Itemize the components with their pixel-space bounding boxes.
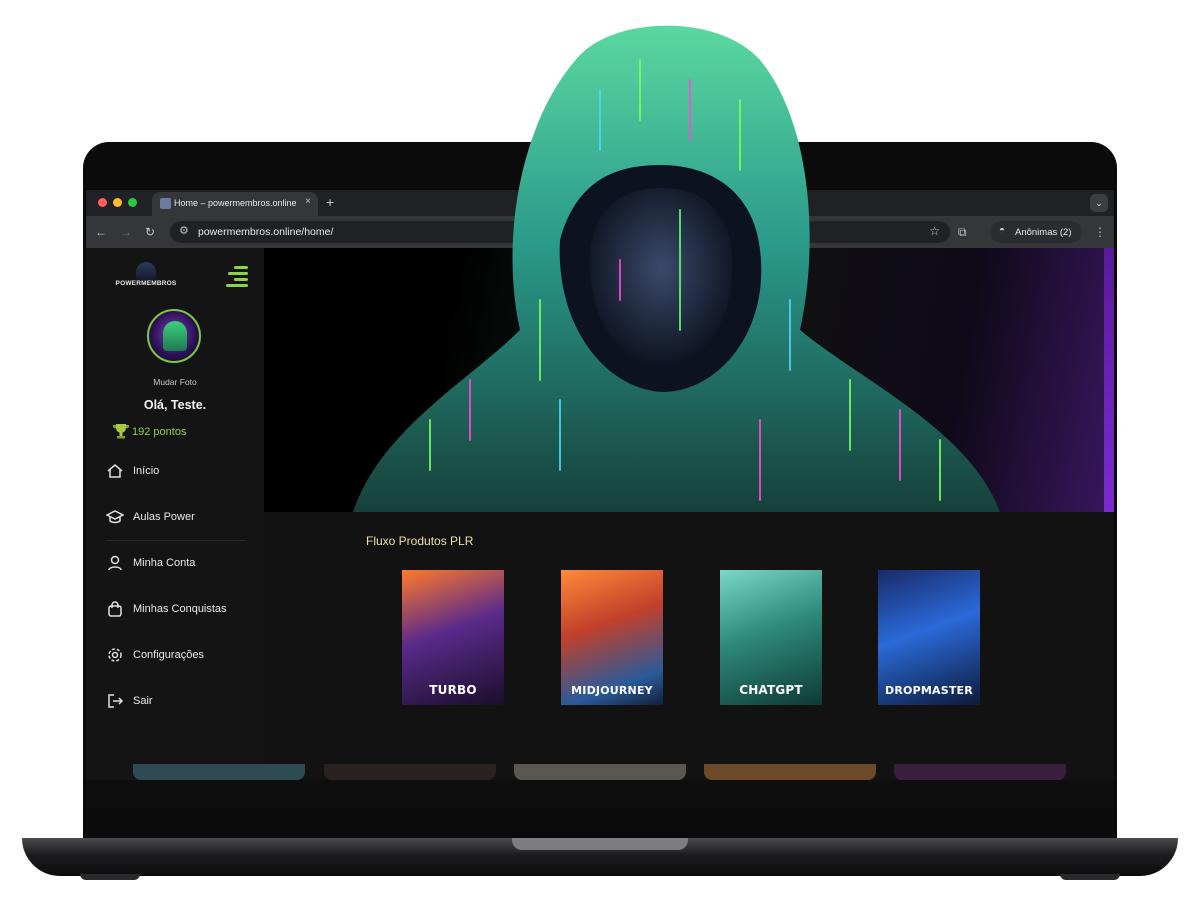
laptop-foot-right	[1060, 874, 1120, 880]
sidebar-item-label: Minhas Conquistas	[133, 603, 227, 615]
home-icon	[107, 464, 123, 478]
favicon-icon	[160, 198, 171, 209]
sidebar-item-label: Sair	[133, 695, 153, 707]
tab-close-icon[interactable]: ×	[305, 196, 311, 207]
product-card-midjourney[interactable]: MIDJOURNEY	[561, 570, 663, 705]
avatar[interactable]	[147, 309, 201, 363]
product-label: TURBO	[429, 683, 477, 697]
shopping-bag-icon	[108, 601, 122, 617]
peek-card	[514, 764, 686, 780]
hero-banner	[264, 248, 1114, 512]
extensions-icon[interactable]: ⧉	[958, 224, 967, 240]
sidebar-item-configuracoes[interactable]: Configurações	[106, 645, 256, 667]
user-icon	[108, 555, 122, 571]
graduation-cap-icon	[106, 510, 124, 524]
incognito-icon: ◓	[999, 225, 1006, 236]
new-tab-button[interactable]: +	[326, 194, 334, 210]
menu-toggle-icon[interactable]	[224, 264, 248, 288]
url-text[interactable]: powermembros.online/home/	[198, 226, 333, 238]
sidebar-item-label: Início	[133, 465, 160, 477]
reload-icon[interactable]: ↻	[145, 224, 155, 240]
sidebar-item-minhas-conquistas[interactable]: Minhas Conquistas	[106, 599, 256, 621]
browser-toolbar: ← → ↻ ⚙ powermembros.online/home/ ☆ ⧉ ◓ …	[86, 216, 1114, 248]
sidebar-item-aulas-power[interactable]: Aulas Power	[106, 507, 256, 529]
avatar-figure-icon	[163, 321, 187, 351]
screen-bottom-bezel	[86, 780, 1114, 808]
sidebar-divider	[106, 540, 246, 541]
trophy-icon	[113, 424, 129, 439]
product-card-chatgpt[interactable]: CHATGPT	[720, 570, 822, 705]
site-logo[interactable]: POWERMEMBROS	[114, 262, 178, 292]
product-label: DROPMASTER	[885, 684, 973, 697]
tab-title: Home – powermembros.online	[174, 198, 296, 208]
sidebar-item-minha-conta[interactable]: Minha Conta	[106, 553, 256, 575]
window-maximize-button[interactable]	[128, 198, 137, 207]
sidebar-item-label: Minha Conta	[133, 557, 196, 569]
peek-card	[704, 764, 876, 780]
sidebar-item-sair[interactable]: Sair	[106, 691, 256, 713]
section-title: Fluxo Produtos PLR	[366, 534, 474, 548]
change-photo-link[interactable]: Mudar Foto	[86, 377, 264, 387]
user-greeting: Olá, Teste.	[143, 398, 207, 412]
sidebar-item-label: Aulas Power	[133, 511, 195, 523]
laptop-screen: Home – powermembros.online × + ⌄ ← → ↻ ⚙…	[86, 190, 1114, 808]
browser-tab-bar: Home – powermembros.online × + ⌄	[86, 190, 1114, 216]
logout-icon	[108, 694, 124, 708]
window-close-button[interactable]	[98, 198, 107, 207]
incognito-label: Anônimas (2)	[1015, 227, 1072, 238]
laptop-notch	[512, 838, 688, 850]
gear-icon	[108, 648, 122, 662]
peek-card	[324, 764, 496, 780]
window-minimize-button[interactable]	[113, 198, 122, 207]
sidebar-item-label: Configurações	[133, 649, 204, 661]
address-bar[interactable]: ⚙ powermembros.online/home/ ☆	[170, 221, 950, 243]
product-label: CHATGPT	[739, 683, 803, 697]
incognito-indicator[interactable]: ◓ Anônimas (2)	[990, 221, 1082, 243]
logo-text: POWERMEMBROS	[115, 280, 177, 287]
peek-card	[894, 764, 1066, 780]
product-card-dropmaster[interactable]: DROPMASTER	[878, 570, 980, 705]
product-card-turbo[interactable]: TURBO	[402, 570, 504, 705]
hero-accent-edge	[1104, 248, 1114, 512]
product-label: MIDJOURNEY	[571, 684, 653, 697]
forward-icon[interactable]: →	[120, 224, 132, 240]
tab-search-button[interactable]: ⌄	[1090, 194, 1108, 212]
sidebar: POWERMEMBROS Mudar Foto Olá, Teste. 192 …	[86, 248, 264, 808]
bookmark-star-icon[interactable]: ☆	[929, 224, 940, 238]
back-icon[interactable]: ←	[95, 224, 107, 240]
sidebar-item-inicio[interactable]: Início	[106, 461, 256, 483]
hooded-logo-icon	[136, 262, 156, 280]
browser-tab[interactable]: Home – powermembros.online ×	[152, 192, 318, 216]
browser-menu-icon[interactable]: ⋮	[1094, 224, 1106, 240]
points-label: 192 pontos	[132, 426, 187, 438]
site-info-icon[interactable]: ⚙	[179, 224, 189, 237]
laptop-foot-left	[80, 874, 140, 880]
peek-card	[133, 764, 305, 780]
